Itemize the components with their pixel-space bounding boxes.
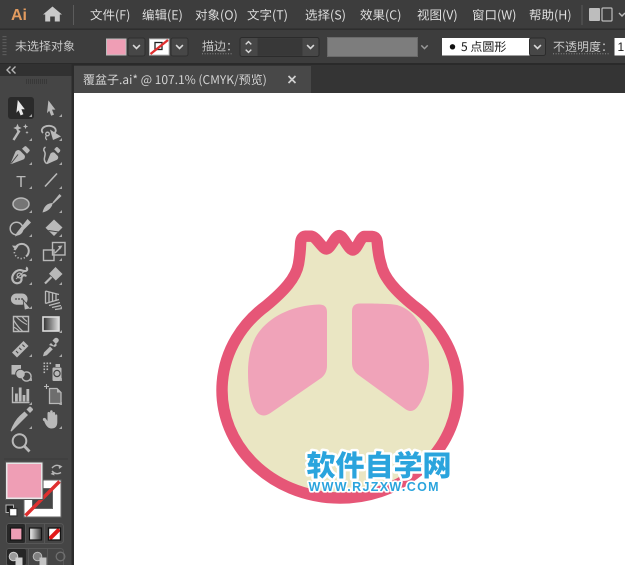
svg-text:1: 1: [618, 40, 625, 54]
svg-text:T: T: [16, 174, 26, 191]
svg-text:Ai: Ai: [11, 7, 27, 24]
svg-text:WWW.RJZXW.COM: WWW.RJZXW.COM: [309, 480, 440, 494]
